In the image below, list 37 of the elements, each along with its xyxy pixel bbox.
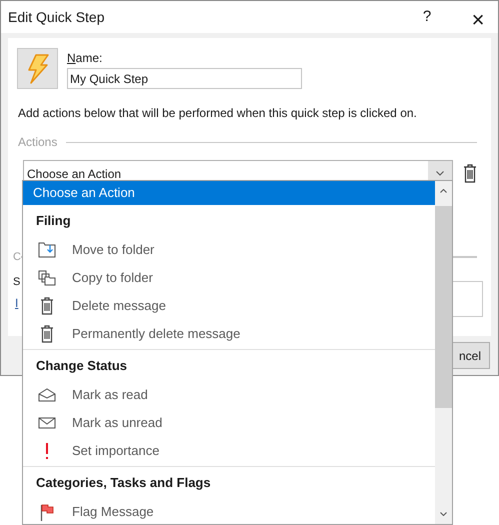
flag-icon (40, 504, 54, 520)
trash-icon (40, 325, 54, 343)
help-button[interactable]: ? (412, 3, 442, 31)
dropdown-option[interactable]: Set importance (23, 437, 435, 465)
dropdown-option[interactable]: Choose an Action (23, 181, 435, 205)
scroll-up-icon[interactable] (440, 189, 447, 193)
section-label: Actions (18, 134, 58, 151)
scroll-down-icon[interactable] (440, 512, 447, 516)
window-title: Edit Quick Step (8, 8, 106, 27)
dropdown-option[interactable]: Flag Message (23, 498, 435, 524)
name-label: Name: (67, 50, 104, 67)
dropdown-option[interactable]: Mark as read (23, 381, 435, 409)
trash-icon[interactable] (463, 164, 477, 183)
folders-icon (38, 270, 56, 286)
group-header: Change Status (35, 357, 128, 375)
dropdown-option[interactable]: Delete message (23, 292, 435, 320)
name-input-field[interactable]: My Quick Step (67, 68, 302, 89)
chevron-down-icon (436, 171, 444, 176)
envelope-icon (38, 417, 56, 429)
open-envelope-icon (38, 388, 56, 402)
folder-arrow-icon (38, 242, 56, 258)
dropdown-option[interactable]: Permanently delete message (23, 320, 435, 348)
scrollbar-thumb[interactable] (435, 206, 452, 408)
body-text: S (13, 274, 20, 290)
combo-value: Choose an Action (26, 166, 122, 182)
exclamation-icon (45, 442, 49, 460)
close-button[interactable]: × (458, 3, 498, 31)
group-header: Categories, Tasks and Flags (35, 474, 211, 492)
section-label: C (13, 250, 21, 265)
description-text: Add actions below that will be performed when this quick step is clicked on. (17, 105, 418, 122)
dropdown-option[interactable]: Move to folder (23, 236, 435, 264)
dropdown-option[interactable]: Mark as unread (23, 409, 435, 437)
trash-icon (40, 297, 54, 315)
dropdown-option[interactable]: Copy to folder (23, 264, 435, 292)
scrollbar[interactable] (435, 181, 452, 524)
link[interactable]: I (15, 294, 18, 317)
group-header: Filing (35, 212, 71, 230)
